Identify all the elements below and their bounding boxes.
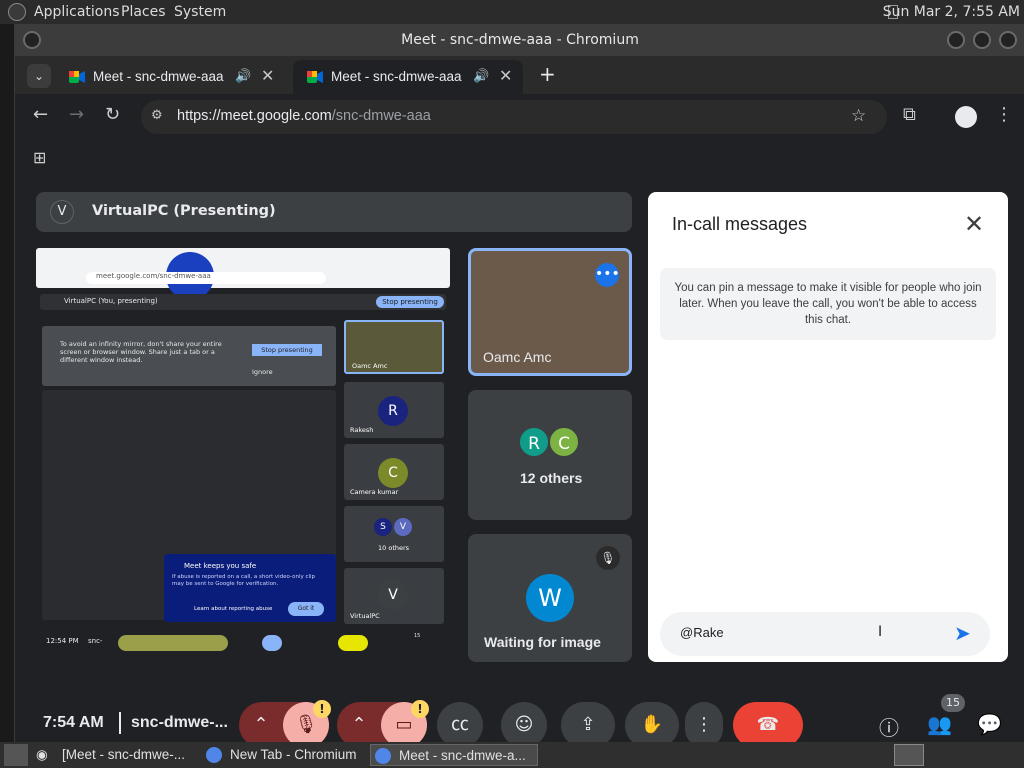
browser-menu-icon[interactable]: ⋮: [995, 104, 1013, 125]
tab-title: Meet - snc-dmwe-aaa: [93, 69, 224, 84]
mirror-tile: C Camera kumar: [344, 444, 444, 500]
chat-icon[interactable]: 💬: [977, 712, 1002, 736]
window-menu-button[interactable]: [23, 31, 41, 49]
meeting-code[interactable]: snc-dmwe-...: [131, 714, 228, 732]
taskbar-item-new-tab[interactable]: New Tab - Chromium: [230, 744, 357, 766]
participant-tile-others[interactable]: R C 12 others: [468, 390, 632, 520]
browser-window: Meet - snc-dmwe-aaa - Chromium ⌄ Meet - …: [14, 24, 1024, 748]
window-title: Meet - snc-dmwe-aaa - Chromium: [401, 32, 639, 48]
text-cursor-icon: I: [878, 624, 883, 640]
show-desktop-icon[interactable]: [4, 744, 28, 766]
new-tab-button[interactable]: +: [539, 62, 556, 86]
presenting-label: VirtualPC (Presenting): [92, 203, 276, 219]
chat-info: You can pin a message to make it visible…: [660, 268, 996, 340]
divider: [119, 712, 121, 734]
tab-meet-2[interactable]: Meet - snc-dmwe-aaa 🔊 ✕: [293, 60, 523, 94]
maximize-button[interactable]: [973, 31, 991, 49]
speaker-icon[interactable]: 🔊: [473, 68, 489, 84]
send-icon[interactable]: ➤: [954, 621, 971, 645]
tab-meet-1[interactable]: Meet - snc-dmwe-aaa 🔊 ✕: [55, 60, 285, 94]
avatar: R: [518, 426, 550, 458]
meet-main: V VirtualPC (Presenting) meet.google.com…: [19, 174, 1024, 748]
chromium-icon: [206, 747, 222, 763]
forward-icon[interactable]: →: [69, 104, 84, 125]
mic-off-icon: 🎙: [596, 546, 620, 570]
chromium-icon: [375, 748, 391, 764]
participants-count-badge: 15: [941, 694, 965, 712]
close-tab-icon[interactable]: ✕: [499, 66, 512, 86]
avatar: W: [526, 574, 574, 622]
top-panel: Applications Places System Sun Mar 2, 7:…: [0, 0, 1024, 24]
close-tab-icon[interactable]: ✕: [261, 66, 274, 86]
camera-warning-icon[interactable]: !: [411, 700, 429, 718]
chat-panel: In-call messages ✕ You can pin a message…: [648, 192, 1008, 662]
bookmark-star-icon[interactable]: ☆: [851, 106, 866, 126]
mirror-warning: To avoid an infinity mirror, don't share…: [42, 326, 336, 386]
menu-places[interactable]: Places: [121, 4, 166, 20]
speaker-icon[interactable]: 🔊: [235, 68, 251, 84]
bookmarks-bar: ⊞: [15, 140, 1024, 174]
meet-favicon-icon: [307, 71, 323, 83]
apps-grid-icon[interactable]: ⊞: [33, 148, 46, 167]
meeting-info-icon[interactable]: ⓘ: [879, 712, 899, 741]
chat-input-value[interactable]: @Rake: [680, 625, 724, 640]
firefox-icon[interactable]: ◉: [36, 744, 48, 766]
tab-search-button[interactable]: ⌄: [27, 64, 51, 88]
browser-toolbar: ← → ↻ ⚙ https://meet.google.com/snc-dmwe…: [15, 94, 1024, 140]
minimize-button[interactable]: [947, 31, 965, 49]
people-icon[interactable]: 👥: [927, 712, 952, 736]
app-menu-icon[interactable]: [8, 3, 26, 21]
mirror-tile: Oamc Amc: [344, 320, 444, 374]
url-text[interactable]: https://meet.google.com/snc-dmwe-aaa: [177, 108, 431, 124]
mirror-safe-card: Meet keeps you safe If abuse is reported…: [164, 554, 336, 622]
shared-screen[interactable]: meet.google.com/snc-dmwe-aaa VirtualPC (…: [36, 248, 450, 658]
participant-name: Oamc Amc: [483, 349, 552, 365]
avatar: C: [548, 426, 580, 458]
window-titlebar[interactable]: Meet - snc-dmwe-aaa - Chromium: [15, 24, 1024, 56]
participant-tile-waiting[interactable]: 🎙 W Waiting for image: [468, 534, 632, 662]
site-info-icon[interactable]: ⚙: [151, 108, 163, 123]
mirror-tile: S V 10 others: [344, 506, 444, 562]
more-options-icon[interactable]: •••: [595, 263, 620, 287]
meet-favicon-icon: [69, 71, 85, 83]
close-window-button[interactable]: [999, 31, 1017, 49]
taskbar-item-meet-2[interactable]: Meet - snc-dmwe-a...: [370, 744, 538, 766]
presenter-avatar: V: [50, 200, 74, 224]
meet-controls: 7:54 AM snc-dmwe-... ⌃ 🎙 ! ⌃ ▭ ! ㏄ ☺ ⇪ ✋…: [19, 674, 1024, 748]
presenting-bar: V VirtualPC (Presenting): [36, 192, 632, 232]
extensions-icon[interactable]: ⧉: [903, 104, 916, 125]
mirror-url: meet.google.com/snc-dmwe-aaa: [86, 272, 326, 284]
mirror-controls: 12:54 PM snc- 15: [36, 632, 450, 654]
taskbar: ◉ [Meet - snc-dmwe-... New Tab - Chromiu…: [0, 742, 1024, 768]
mic-warning-icon[interactable]: !: [313, 700, 331, 718]
tab-strip: ⌄ Meet - snc-dmwe-aaa 🔊 ✕ Meet - snc-dmw…: [15, 56, 1024, 94]
menu-applications[interactable]: Applications: [34, 4, 120, 20]
meeting-time: 7:54 AM: [43, 714, 104, 731]
profile-avatar-icon[interactable]: [955, 106, 977, 128]
back-icon[interactable]: ←: [33, 104, 48, 125]
participant-name: Waiting for image: [484, 634, 601, 650]
participant-name: 12 others: [520, 470, 583, 486]
menu-system[interactable]: System: [174, 4, 226, 20]
mirror-browser-bar: meet.google.com/snc-dmwe-aaa: [36, 248, 450, 300]
mirror-stop-button: Stop presenting: [376, 296, 444, 308]
tab-title: Meet - snc-dmwe-aaa: [331, 69, 462, 84]
chat-title: In-call messages: [672, 214, 808, 234]
mirror-tile: R Rakesh: [344, 382, 444, 438]
chat-input[interactable]: @Rake I ➤: [660, 612, 990, 656]
reload-icon[interactable]: ↻: [105, 104, 120, 125]
clock[interactable]: Sun Mar 2, 7:55 AM: [883, 4, 1020, 20]
taskbar-item-meet-1[interactable]: [Meet - snc-dmwe-...: [62, 744, 185, 766]
close-icon[interactable]: ✕: [964, 210, 984, 238]
mirror-present-bar: VirtualPC (You, presenting) Stop present…: [40, 294, 446, 310]
participant-tile-oamc[interactable]: ••• Oamc Amc: [468, 248, 632, 376]
mirror-tile: V VirtualPC: [344, 568, 444, 624]
workspace-switcher[interactable]: [894, 744, 924, 766]
address-bar[interactable]: ⚙ https://meet.google.com/snc-dmwe-aaa ☆: [141, 100, 887, 134]
